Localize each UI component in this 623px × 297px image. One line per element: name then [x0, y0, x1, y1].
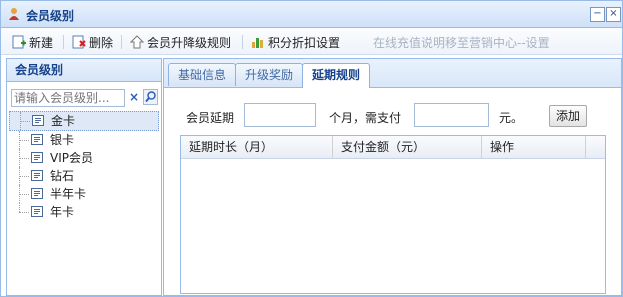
points-discount-label: 积分折扣设置 [268, 35, 341, 50]
new-icon [12, 35, 26, 49]
clear-search-button[interactable]: × [127, 90, 141, 104]
window-title: 会员级别 [26, 9, 75, 23]
member-level-tree: 金卡 银卡 VIP会员 钻石 半年卡 年卡 [9, 111, 159, 221]
tree-branch [19, 158, 29, 159]
online-recharge-notice: 在线充值说明移至营销中心--设置 [373, 34, 550, 50]
months-input[interactable] [244, 103, 316, 127]
level-icon [31, 188, 43, 199]
search-icon[interactable] [143, 89, 158, 105]
payment-input[interactable] [414, 103, 489, 127]
tree-branch [19, 212, 29, 213]
tab-upgrade-reward[interactable]: 升级奖励 [235, 63, 304, 86]
column-duration[interactable]: 延期时长（月） [181, 136, 333, 158]
tree-item-annual[interactable]: 年卡 [9, 203, 159, 221]
extension-form: 会员延期 个月，需支付 元。 添加 [164, 103, 621, 129]
upgrade-rules-label: 会员升降级规则 [147, 35, 232, 50]
notice-label: 在线充值说明移至营销中心--设置 [373, 35, 550, 50]
tree-branch [20, 121, 30, 122]
level-icon [32, 115, 44, 126]
months-suffix: 个月，需支付 [329, 111, 402, 125]
member-icon [9, 8, 19, 20]
delete-label: 删除 [89, 35, 114, 50]
extension-rules-grid: 延期时长（月） 支付金额（元） 操作 [180, 135, 606, 294]
detail-panel: 基础信息 升级奖励 延期规则 会员延期 个月，需支付 元。 添加 延期时长（月）… [163, 58, 622, 296]
grid-header: 延期时长（月） 支付金额（元） 操作 [181, 136, 605, 159]
tree-branch [19, 176, 29, 177]
new-button[interactable]: 新建 [11, 34, 53, 50]
extend-label: 会员延期 [186, 111, 235, 125]
tree-item-label: 金卡 [51, 114, 76, 128]
close-button[interactable]: × [606, 7, 621, 22]
add-button[interactable]: 添加 [549, 105, 587, 127]
chart-icon [252, 38, 263, 48]
toolbar-separator [121, 35, 122, 49]
toolbar: 新建 删除 会员升降级规则 积分折扣设置 在线充值说明移至营销中心--设置 [1, 28, 622, 55]
tree-item-label: 年卡 [50, 205, 75, 219]
minimize-button[interactable]: − [590, 7, 605, 22]
tree-item-gold[interactable]: 金卡 [9, 111, 159, 131]
tree-branch [19, 140, 29, 141]
search-bar: × [11, 89, 158, 107]
delete-button[interactable]: 删除 [71, 34, 113, 50]
currency-suffix: 元。 [499, 111, 524, 125]
tree-item-label: 钻石 [50, 169, 75, 183]
member-level-window: 会员级别 − × 新建 删除 会员升降级规则 积分折扣设置 在线充值说明移至营销… [0, 0, 623, 297]
tree-item-label: VIP会员 [50, 151, 93, 165]
upgrade-rules-button[interactable]: 会员升降级规则 [129, 34, 231, 50]
delete-icon [72, 35, 86, 49]
level-icon [31, 134, 43, 145]
member-level-panel: 会员级别 × 金卡 银卡 [6, 58, 162, 296]
tree-item-vip[interactable]: VIP会员 [9, 149, 159, 167]
column-actions[interactable]: 操作 [482, 136, 586, 158]
toolbar-separator [242, 35, 243, 49]
level-icon [31, 206, 43, 217]
column-amount[interactable]: 支付金额（元） [333, 136, 482, 158]
tree-item-silver[interactable]: 银卡 [9, 131, 159, 149]
tree-item-half-year[interactable]: 半年卡 [9, 185, 159, 203]
panel-title: 会员级别 [7, 59, 161, 82]
tree-item-diamond[interactable]: 钻石 [9, 167, 159, 185]
tree-item-label: 半年卡 [50, 187, 87, 201]
points-discount-button[interactable]: 积分折扣设置 [250, 34, 340, 50]
level-icon [31, 170, 43, 181]
level-icon [31, 152, 43, 163]
tree-item-label: 银卡 [50, 133, 75, 147]
tab-extension-rules[interactable]: 延期规则 [302, 63, 371, 88]
tree-line [19, 203, 21, 212]
toolbar-separator [63, 35, 64, 49]
upgrade-icon [129, 35, 145, 49]
grid-body [181, 159, 605, 293]
new-label: 新建 [29, 35, 54, 50]
tab-basic-info[interactable]: 基础信息 [168, 63, 237, 86]
tab-bar: 基础信息 升级奖励 延期规则 [164, 59, 621, 88]
window-title-bar: 会员级别 − × [1, 1, 622, 28]
tree-branch [19, 194, 29, 195]
search-input[interactable] [11, 89, 125, 107]
